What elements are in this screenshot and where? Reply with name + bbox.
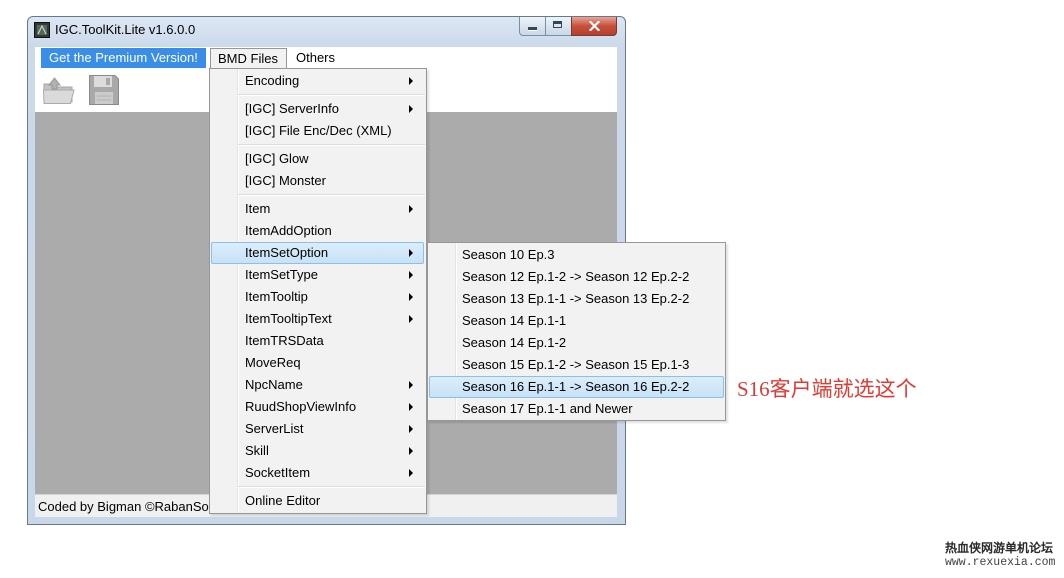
save-floppy-icon <box>89 75 119 105</box>
open-folder-icon <box>42 77 75 104</box>
menu-item-igc-monster[interactable]: [IGC] Monster <box>211 170 424 192</box>
menu-item-serverlist[interactable]: ServerList <box>211 418 424 440</box>
menu-item-label: ServerList <box>245 421 304 436</box>
menu-item-encoding[interactable]: Encoding <box>211 70 424 92</box>
menu-item-label: Online Editor <box>245 493 321 508</box>
menu-item-label: Season 12 Ep.1-2 -> Season 12 Ep.2-2 <box>462 269 690 284</box>
menu-item-label: SocketItem <box>245 465 311 480</box>
menu-item-label: Season 13 Ep.1-1 -> Season 13 Ep.2-2 <box>462 291 690 306</box>
submenu-arrow-icon <box>409 425 413 433</box>
title-bar[interactable]: IGC.ToolKit.Lite v1.6.0.0 <box>28 17 625 47</box>
submenu-item-season-13[interactable]: Season 13 Ep.1-1 -> Season 13 Ep.2-2 <box>429 288 724 310</box>
menu-item-label: [IGC] Glow <box>245 151 309 166</box>
watermark-site-name: 热血侠网游单机论坛 <box>945 541 1054 555</box>
menu-item-label: Season 16 Ep.1-1 -> Season 16 Ep.2-2 <box>462 379 690 394</box>
menu-label: Get the Premium Version! <box>49 50 198 65</box>
menu-others[interactable]: Others <box>290 48 342 68</box>
menu-item-label: [IGC] ServerInfo <box>245 101 339 116</box>
maximize-button[interactable] <box>545 17 571 36</box>
submenu-arrow-icon <box>409 381 413 389</box>
menu-item-label: [IGC] Monster <box>245 173 326 188</box>
submenu-arrow-icon <box>409 403 413 411</box>
menu-item-label: MoveReq <box>245 355 301 370</box>
menu-item-online-editor[interactable]: Online Editor <box>211 490 424 512</box>
menu-item-item[interactable]: Item <box>211 198 424 220</box>
menu-item-label: Encoding <box>245 73 300 88</box>
menu-item-itemsettype[interactable]: ItemSetType <box>211 264 424 286</box>
menu-item-label: Skill <box>245 443 269 458</box>
menu-item-label: ItemSetOption <box>245 245 329 260</box>
submenu-item-season-14-ep1-2[interactable]: Season 14 Ep.1-2 <box>429 332 724 354</box>
annotation-text: S16客户端就选这个 <box>737 377 917 401</box>
menu-item-label: RuudShopViewInfo <box>245 399 357 414</box>
app-icon <box>34 22 50 38</box>
close-icon <box>589 21 600 31</box>
submenu-arrow-icon <box>409 447 413 455</box>
submenu-arrow-icon <box>409 469 413 477</box>
menu-bar: Get the Premium Version! BMD Files Other… <box>35 47 617 70</box>
menu-item-igc-file-enc-dec[interactable]: [IGC] File Enc/Dec (XML) <box>211 120 424 142</box>
itemsetoption-submenu: Season 10 Ep.3 Season 12 Ep.1-2 -> Seaso… <box>427 242 726 421</box>
submenu-arrow-icon <box>409 249 413 257</box>
submenu-item-season-10-ep3[interactable]: Season 10 Ep.3 <box>429 244 724 266</box>
menu-label: Others <box>296 50 336 65</box>
submenu-arrow-icon <box>409 293 413 301</box>
submenu-arrow-icon <box>409 271 413 279</box>
bmd-files-menu: Encoding [IGC] ServerInfo [IGC] File Enc… <box>209 68 427 514</box>
open-button[interactable] <box>42 75 76 105</box>
menu-item-label: Season 14 Ep.1-1 <box>462 313 567 328</box>
submenu-item-season-15[interactable]: Season 15 Ep.1-2 -> Season 15 Ep.1-3 <box>429 354 724 376</box>
window-title: IGC.ToolKit.Lite v1.6.0.0 <box>55 22 196 37</box>
menu-item-label: ItemTooltip <box>245 289 308 304</box>
menu-item-label: Season 10 Ep.3 <box>462 247 555 262</box>
menu-item-itemsetoption[interactable]: ItemSetOption <box>211 242 424 264</box>
submenu-item-season-14-ep1-1[interactable]: Season 14 Ep.1-1 <box>429 310 724 332</box>
maximize-icon <box>553 21 562 28</box>
menu-item-label: Season 15 Ep.1-2 -> Season 15 Ep.1-3 <box>462 357 690 372</box>
menu-item-igc-serverinfo[interactable]: [IGC] ServerInfo <box>211 98 424 120</box>
menu-item-label: ItemTRSData <box>245 333 324 348</box>
submenu-item-season-16[interactable]: Season 16 Ep.1-1 -> Season 16 Ep.2-2 <box>429 376 724 398</box>
submenu-arrow-icon <box>409 315 413 323</box>
menu-item-label: Item <box>245 201 271 216</box>
menu-item-label: Season 14 Ep.1-2 <box>462 335 567 350</box>
menu-item-itemtrsdata[interactable]: ItemTRSData <box>211 330 424 352</box>
submenu-item-season-17[interactable]: Season 17 Ep.1-1 and Newer <box>429 398 724 420</box>
menu-item-itemtooltiptext[interactable]: ItemTooltipText <box>211 308 424 330</box>
menu-item-itemtooltip[interactable]: ItemTooltip <box>211 286 424 308</box>
watermark-url: www.rexuexia.com <box>945 556 1056 569</box>
menu-item-igc-glow[interactable]: [IGC] Glow <box>211 148 424 170</box>
menu-bmd-files[interactable]: BMD Files <box>210 48 287 70</box>
submenu-arrow-icon <box>409 105 413 113</box>
minimize-icon <box>528 27 537 30</box>
menu-item-socketitem[interactable]: SocketItem <box>211 462 424 484</box>
menu-item-label: NpcName <box>245 377 303 392</box>
menu-item-label: [IGC] File Enc/Dec (XML) <box>245 123 392 138</box>
minimize-button[interactable] <box>519 17 545 36</box>
menu-item-label: ItemAddOption <box>245 223 332 238</box>
menu-item-label: ItemTooltipText <box>245 311 332 326</box>
close-button[interactable] <box>571 17 617 36</box>
menu-item-skill[interactable]: Skill <box>211 440 424 462</box>
menu-item-ruudshopviewinfo[interactable]: RuudShopViewInfo <box>211 396 424 418</box>
menu-item-movereq[interactable]: MoveReq <box>211 352 424 374</box>
submenu-arrow-icon <box>409 77 413 85</box>
menu-item-label: Season 17 Ep.1-1 and Newer <box>462 401 633 416</box>
status-text: Coded by Bigman ©RabanSo <box>38 499 209 514</box>
save-button[interactable] <box>88 74 120 106</box>
menu-label: BMD Files <box>218 51 278 66</box>
menu-item-itemaddoption[interactable]: ItemAddOption <box>211 220 424 242</box>
submenu-item-season-12[interactable]: Season 12 Ep.1-2 -> Season 12 Ep.2-2 <box>429 266 724 288</box>
submenu-arrow-icon <box>409 205 413 213</box>
menu-item-npcname[interactable]: NpcName <box>211 374 424 396</box>
menu-item-label: ItemSetType <box>245 267 318 282</box>
menu-get-premium[interactable]: Get the Premium Version! <box>41 48 206 68</box>
